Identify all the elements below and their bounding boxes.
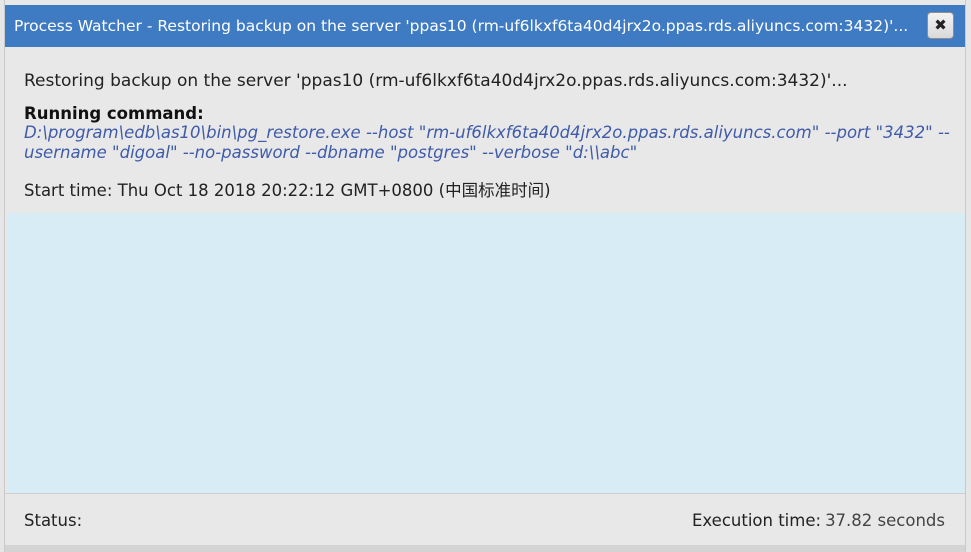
start-time: Start time: Thu Oct 18 2018 20:22:12 GMT… <box>24 177 551 201</box>
running-command-label: Running command: <box>24 104 204 123</box>
status-label: Status: <box>24 511 83 530</box>
running-command-text: D:\program\edb\as10\bin\pg_restore.exe -… <box>24 123 950 162</box>
process-log-panel[interactable] <box>7 213 965 493</box>
dialog-bottom-edge <box>5 545 965 552</box>
process-description: Restoring backup on the server 'ppas10 (… <box>24 71 848 91</box>
execution-time-label: Execution time: <box>692 511 822 530</box>
dialog-title: Process Watcher - Restoring backup on th… <box>14 17 909 35</box>
start-time-label: Start time: <box>24 181 113 200</box>
close-icon[interactable]: ✖ <box>927 12 954 39</box>
dialog-footer: Status: Execution time: 37.82 seconds <box>5 493 965 546</box>
process-details: Restoring backup on the server 'ppas10 (… <box>5 47 965 213</box>
execution-time-value: 37.82 seconds <box>825 511 945 530</box>
execution-time: Execution time: 37.82 seconds <box>692 511 945 530</box>
process-watcher-dialog: Process Watcher - Restoring backup on th… <box>4 0 966 552</box>
start-time-value: Thu Oct 18 2018 20:22:12 GMT+0800 (中国标准时… <box>117 181 551 200</box>
dialog-titlebar[interactable]: Process Watcher - Restoring backup on th… <box>5 5 965 47</box>
